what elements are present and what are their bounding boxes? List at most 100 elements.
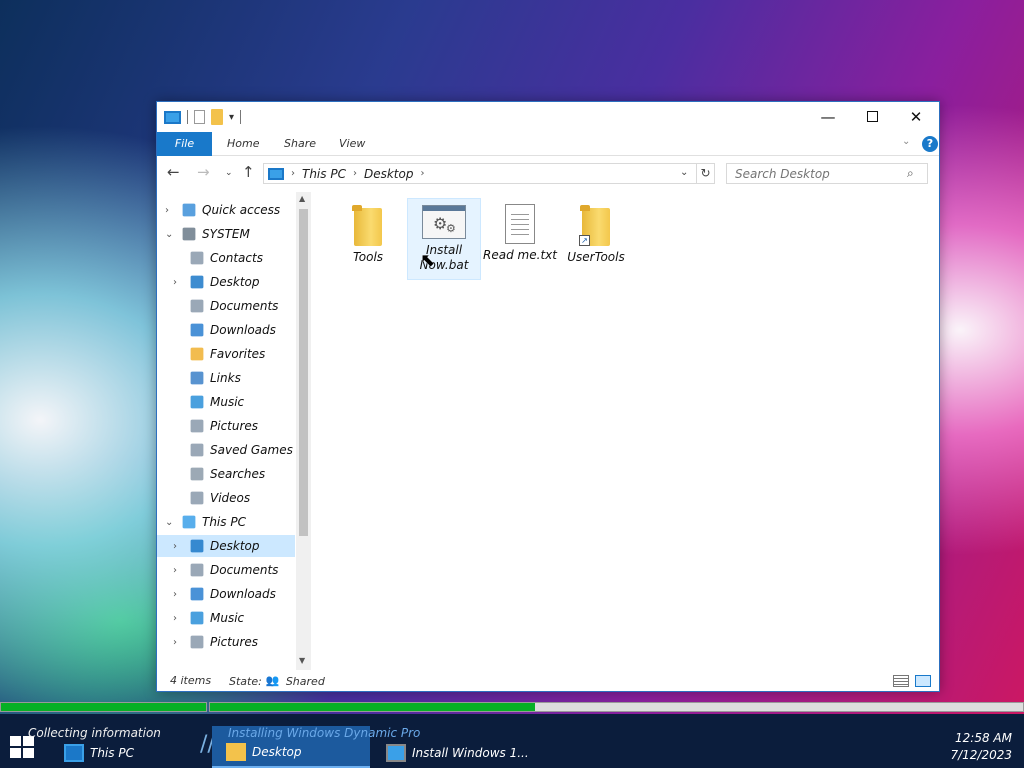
taskbar: Collecting information This PC // Deskto… xyxy=(0,714,1024,768)
search-icon[interactable]: ⌕ xyxy=(907,166,914,181)
file-item-tools[interactable]: Tools xyxy=(331,200,405,272)
address-bar[interactable]: › This PC › Desktop › ⌄ ↻ xyxy=(263,163,715,184)
nav-item-label: Music xyxy=(210,611,245,625)
file-item-read-me[interactable]: Read me.txt xyxy=(483,200,557,272)
new-folder-icon[interactable] xyxy=(211,109,223,125)
item-count: 4 items xyxy=(170,674,212,687)
breadcrumb-desktop[interactable]: Desktop xyxy=(364,167,414,181)
documents-icon xyxy=(190,299,204,313)
progress-bar-collecting xyxy=(0,702,207,712)
minimize-button[interactable]: — xyxy=(805,102,851,131)
nav-item-music[interactable]: › Music xyxy=(157,607,295,629)
nav-item-saved-games[interactable]: Saved Games xyxy=(157,439,295,461)
scrollbar-thumb[interactable] xyxy=(299,209,308,536)
installer-icon xyxy=(386,744,406,762)
large-icons-view-icon[interactable] xyxy=(915,675,931,687)
recent-locations-button[interactable]: ⌄ xyxy=(225,168,233,178)
downloads-icon xyxy=(190,587,204,601)
up-button[interactable]: ↑ xyxy=(242,163,255,181)
nav-item-system[interactable]: ⌄ SYSTEM xyxy=(157,223,295,245)
expand-icon[interactable]: › xyxy=(173,541,183,552)
nav-item-documents[interactable]: Documents xyxy=(157,295,295,317)
refresh-button[interactable]: ↻ xyxy=(696,164,714,183)
pictures-icon xyxy=(190,419,204,433)
tab-share[interactable]: Share xyxy=(284,132,316,156)
nav-pane-scrollbar[interactable]: ▲ ▼ xyxy=(296,192,311,670)
properties-icon[interactable] xyxy=(194,110,205,124)
nav-item-documents[interactable]: › Documents xyxy=(157,559,295,581)
forward-button[interactable]: → xyxy=(197,163,210,181)
breadcrumb-this-pc[interactable]: This PC xyxy=(302,167,346,181)
batch-file-icon: ⚙ ⚙ xyxy=(422,205,466,239)
expand-icon[interactable]: › xyxy=(173,277,183,288)
ribbon-tabs: File Home Share View ⌄ ? xyxy=(157,132,939,156)
progress-bar-installing xyxy=(209,702,1024,712)
help-icon[interactable]: ? xyxy=(922,136,938,152)
search-input[interactable] xyxy=(735,164,905,183)
favorites-icon xyxy=(190,347,204,361)
breadcrumb-separator[interactable]: › xyxy=(291,168,295,179)
collapse-icon[interactable]: ⌄ xyxy=(165,517,175,528)
expand-icon[interactable]: › xyxy=(173,637,183,648)
desktop-icon xyxy=(190,539,204,553)
nav-item-desktop[interactable]: › Desktop xyxy=(157,271,295,293)
taskbar-label: Install Windows 1... xyxy=(412,746,529,760)
expand-icon[interactable]: › xyxy=(173,613,183,624)
navigation-pane: › Quick access ⌄ SYSTEM Contacts › Desktop Docu… xyxy=(157,192,312,672)
folder-shortcut-icon: ↗ xyxy=(579,205,610,246)
nav-item-quick-access[interactable]: › Quick access xyxy=(157,199,295,221)
customize-toolbar-icon[interactable]: ▾ xyxy=(229,112,234,123)
file-item-install-now[interactable]: ⚙ ⚙ Install Now.bat xyxy=(407,198,481,280)
tab-home[interactable]: Home xyxy=(227,132,259,156)
expand-icon[interactable]: › xyxy=(165,205,175,216)
maximize-button[interactable] xyxy=(849,102,895,131)
nav-item-label: Documents xyxy=(210,563,279,577)
tab-view[interactable]: View xyxy=(339,132,365,156)
music-icon xyxy=(190,611,204,625)
nav-item-links[interactable]: Links xyxy=(157,367,295,389)
tab-file[interactable]: File xyxy=(157,132,212,156)
contacts-icon xyxy=(190,251,204,265)
close-button[interactable]: ✕ xyxy=(893,102,939,131)
file-label: Read me.txt xyxy=(483,248,557,262)
nav-item-music[interactable]: Music xyxy=(157,391,295,413)
nav-item-favorites[interactable]: Favorites xyxy=(157,343,295,365)
nav-item-downloads[interactable]: › Downloads xyxy=(157,583,295,605)
search-box[interactable]: ⌕ xyxy=(726,163,928,184)
mouse-cursor-icon: ⬉ xyxy=(420,250,436,271)
shared-users-icon: 👥 xyxy=(265,674,280,687)
nav-item-downloads[interactable]: Downloads xyxy=(157,319,295,341)
nav-item-contacts[interactable]: Contacts xyxy=(157,247,295,269)
quick-access-toolbar: ▾ xyxy=(164,109,242,125)
breadcrumb-separator[interactable]: › xyxy=(420,168,424,179)
state-label: State: xyxy=(229,674,262,688)
nav-item-pictures[interactable]: › Pictures xyxy=(157,631,295,653)
address-dropdown-icon[interactable]: ⌄ xyxy=(680,167,688,178)
nav-item-pictures[interactable]: Pictures xyxy=(157,415,295,437)
nav-item-label: Pictures xyxy=(210,419,259,433)
text-file-icon xyxy=(505,204,535,244)
nav-item-searches[interactable]: Searches xyxy=(157,463,295,485)
expand-icon[interactable]: › xyxy=(173,565,183,576)
nav-item-videos[interactable]: Videos xyxy=(157,487,295,509)
expand-ribbon-icon[interactable]: ⌄ xyxy=(902,136,910,147)
state-value: Shared xyxy=(285,674,325,688)
details-view-icon[interactable] xyxy=(893,675,909,687)
scroll-up-icon[interactable]: ▲ xyxy=(299,194,305,203)
folder-icon xyxy=(226,743,246,761)
breadcrumb-separator[interactable]: › xyxy=(353,168,357,179)
links-icon xyxy=(190,371,204,385)
collapse-icon[interactable]: ⌄ xyxy=(165,229,175,240)
taskbar-this-pc[interactable]: This PC xyxy=(62,726,202,768)
nav-item-desktop[interactable]: › Desktop xyxy=(157,535,295,557)
nav-item-label: Desktop xyxy=(210,275,260,289)
file-item-usertools[interactable]: ↗ UserTools xyxy=(559,200,633,272)
taskbar-install-windows[interactable]: Install Windows 1... xyxy=(378,726,548,768)
share-state: State: 👥 Shared xyxy=(229,674,325,688)
nav-item-this-pc[interactable]: ⌄ This PC xyxy=(157,511,295,533)
expand-icon[interactable]: › xyxy=(173,589,183,600)
scroll-down-icon[interactable]: ▼ xyxy=(299,656,305,665)
documents-icon xyxy=(190,563,204,577)
clock[interactable]: 12:58 AM 7/12/2023 xyxy=(930,730,1012,764)
back-button[interactable]: ← xyxy=(167,163,180,181)
